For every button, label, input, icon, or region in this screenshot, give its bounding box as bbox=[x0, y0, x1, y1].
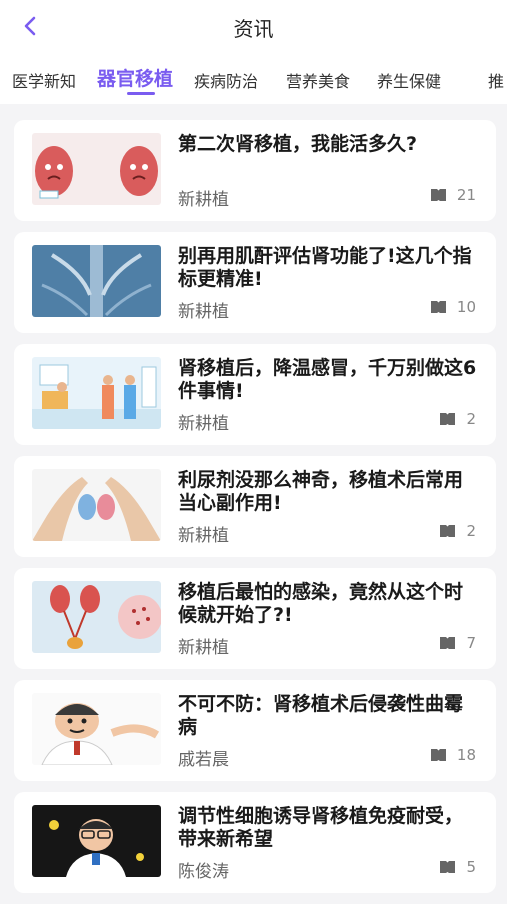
doctor-cartoon-image bbox=[32, 693, 161, 765]
tab-nutrition-food[interactable]: 营养美食 bbox=[286, 68, 350, 92]
book-icon bbox=[440, 525, 456, 537]
tab-medical-news[interactable]: 医学新知 bbox=[12, 68, 76, 92]
kidney-cartoon-image bbox=[32, 133, 161, 205]
article-title: 第二次肾移植，我能活多久? bbox=[178, 133, 418, 155]
article-card[interactable]: 别再用肌酐评估肾功能了!这几个指标更精准! 新耕植 10 bbox=[14, 232, 496, 333]
read-count-value: 5 bbox=[466, 858, 476, 876]
book-icon bbox=[440, 637, 456, 649]
article-author: 戚若晨 bbox=[178, 750, 229, 770]
read-count: 18 bbox=[430, 746, 476, 764]
article-card[interactable]: 肾移植后，降温感冒，千万别做这6件事情! 新耕植 2 bbox=[14, 344, 496, 445]
read-count-value: 2 bbox=[466, 410, 476, 428]
article-title: 调节性细胞诱导肾移植免疫耐受，带来新希望 bbox=[178, 805, 464, 850]
spine-xray-image bbox=[32, 245, 161, 317]
article-title: 移植后最怕的感染，竟然从这个时候就开始了?! bbox=[178, 581, 464, 626]
page-title: 资讯 bbox=[233, 17, 274, 41]
read-count-value: 21 bbox=[456, 186, 476, 204]
read-count: 21 bbox=[430, 186, 476, 204]
read-count-value: 7 bbox=[466, 634, 476, 652]
doctor-cartoon-dark-image bbox=[32, 805, 161, 877]
article-author: 新耕植 bbox=[178, 526, 229, 546]
article-author: 新耕植 bbox=[178, 302, 229, 322]
tab-organ-transplant[interactable]: 器官移植 bbox=[97, 64, 173, 91]
article-card[interactable]: 利尿剂没那么神奇，移植术后常用当心副作用! 新耕植 2 bbox=[14, 456, 496, 557]
read-count: 10 bbox=[430, 298, 476, 316]
article-card[interactable]: 第二次肾移植，我能活多久? 新耕植 21 bbox=[14, 120, 496, 221]
read-count: 5 bbox=[439, 858, 476, 876]
article-author: 新耕植 bbox=[178, 190, 229, 210]
article-card[interactable]: 调节性细胞诱导肾移植免疫耐受，带来新希望 陈俊涛 5 bbox=[14, 792, 496, 893]
article-title: 利尿剂没那么神奇，移植术后常用当心副作用! bbox=[178, 469, 464, 514]
hospital-scene-image bbox=[32, 357, 161, 429]
read-count-value: 2 bbox=[466, 522, 476, 540]
book-icon bbox=[430, 749, 446, 761]
article-author: 新耕植 bbox=[178, 414, 229, 434]
read-count: 2 bbox=[439, 410, 476, 428]
urinary-system-image bbox=[32, 581, 161, 653]
read-count: 7 bbox=[439, 634, 476, 652]
book-icon bbox=[430, 189, 446, 201]
read-count: 2 bbox=[439, 522, 476, 540]
read-count-value: 18 bbox=[456, 746, 476, 764]
article-author: 新耕植 bbox=[178, 638, 229, 658]
article-title: 肾移植后，降温感冒，千万别做这6件事情! bbox=[178, 357, 477, 402]
book-icon bbox=[440, 413, 456, 425]
article-title: 别再用肌酐评估肾功能了!这几个指标更精准! bbox=[178, 245, 472, 290]
tab-health-care[interactable]: 养生保健 bbox=[377, 68, 441, 92]
tab-recommended[interactable]: 推 bbox=[488, 68, 504, 92]
book-icon bbox=[430, 301, 446, 313]
article-author: 陈俊涛 bbox=[178, 862, 229, 882]
book-icon bbox=[440, 861, 456, 873]
article-card[interactable]: 不可不防：肾移植术后侵袭性曲霉病 戚若晨 18 bbox=[14, 680, 496, 781]
hands-kidney-image bbox=[32, 469, 161, 541]
top-bar: 资讯 bbox=[0, 0, 507, 52]
article-card[interactable]: 移植后最怕的感染，竟然从这个时候就开始了?! 新耕植 7 bbox=[14, 568, 496, 669]
article-title: 不可不防：肾移植术后侵袭性曲霉病 bbox=[178, 693, 464, 738]
read-count-value: 10 bbox=[456, 298, 476, 316]
category-tabs: 医学新知 器官移植 疾病防治 营养美食 养生保健 推 bbox=[0, 52, 507, 104]
article-list: 第二次肾移植，我能活多久? 新耕植 21 别再用肌酐评估肾功能了!这几个指标更精… bbox=[14, 120, 496, 904]
active-tab-indicator bbox=[127, 92, 155, 95]
tab-disease-prevention[interactable]: 疾病防治 bbox=[194, 68, 258, 92]
